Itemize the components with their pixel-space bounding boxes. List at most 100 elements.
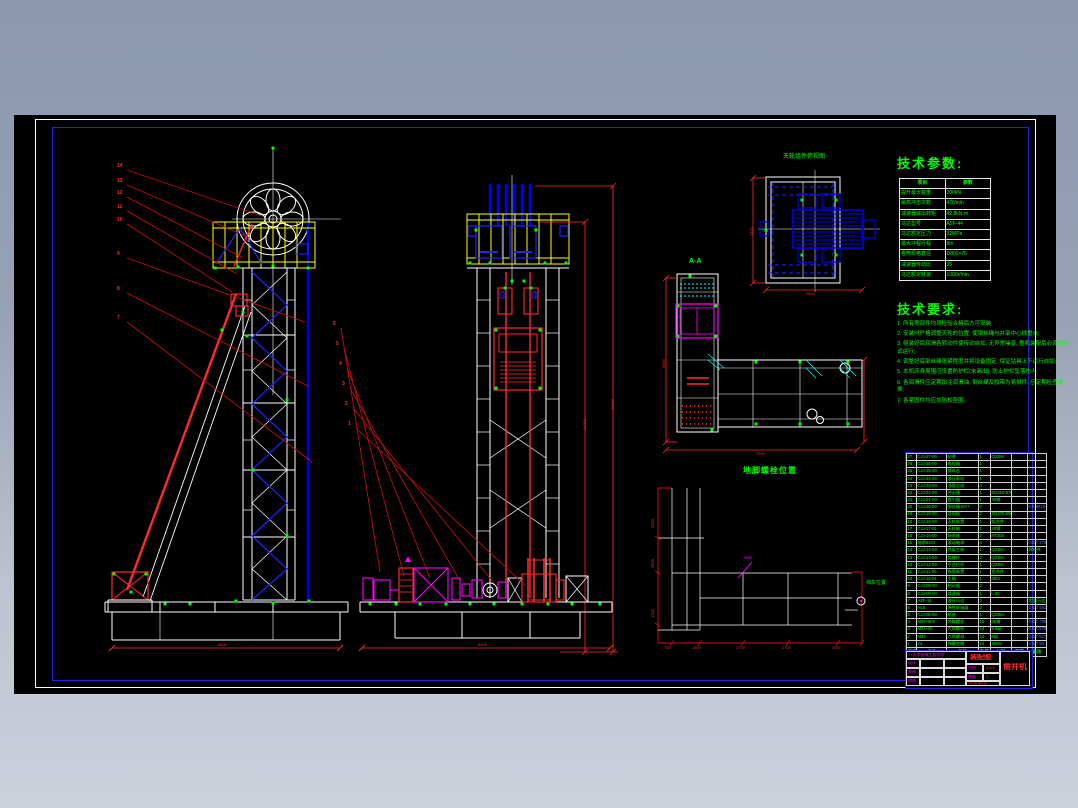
param-row: 马达型号 A2F-44 <box>899 218 991 230</box>
parts-row: 6HL5弹性联轴器2GB/T 5014 <box>906 603 1047 613</box>
dim-machine-base: 5400 <box>478 642 487 647</box>
dim-base-width: 6500 <box>218 642 227 647</box>
dim-section-left: 5600 <box>661 359 666 368</box>
tech-params-rows: 项目 参数 提升最大载重 200kN 最高冲击次数 4次/min 减速器输出转矩 42.8kN… <box>899 177 991 281</box>
parts-table: 27 CJJ-27-00 护罩 1 Q235A 26 CJJ-26-00 电控箱 1 25 CJJ-… <box>906 452 1047 657</box>
parts-row: 9 CJJ-09-00 制动器 2 <box>906 582 1047 591</box>
anchor-dim: 3000 <box>832 645 841 650</box>
balloon-number: 9 <box>117 251 120 257</box>
parts-row: 2M24六角螺母248级GB/T 6170 <box>906 632 1047 641</box>
parts-row: 1 24 弹簧垫圈 24 65Mn GB/T 93 <box>906 639 1047 649</box>
param-row: 减速器传动比 35 <box>899 259 991 271</box>
cad-screenshot: { "window": { "background_top": "#8b98ae… <box>0 0 1078 808</box>
title-block-unit: ××大学机械工程学院 <box>908 653 945 657</box>
scale-label: 比例 <box>968 666 976 670</box>
anchor-dim: 750 <box>664 645 671 650</box>
param-row: 减速器输出转矩 42.8kN·m <box>899 208 991 220</box>
balloon-number: 3 <box>342 381 345 387</box>
requirement-item: 1. 所有零部件均须检验合格后方可安装; <box>897 321 993 327</box>
param-row: 最高冲击次数 4次/min <box>899 198 991 210</box>
tech-req-title: 技术要求: <box>897 302 964 317</box>
requirement-item: 3. 组装好后润滑各转动件使传动自如, 无异常噪音, 整机装配后必须进行试运行; <box>897 341 1069 356</box>
balloon-number: 2 <box>345 401 348 407</box>
parts-row: 21 CJJ-21-00 提引器 1 35钢 <box>906 496 1047 505</box>
qty-label: 数量 <box>968 675 976 679</box>
role-draft: 制图 <box>908 670 916 674</box>
anchor-dim-left: 1500 <box>650 559 655 568</box>
tech-req-list: 1. 所有零部件均须检验合格后方可安装; 2. 安装时严格调整天轮的位置, 使钢丝… <box>897 321 1070 408</box>
parts-row: 18 CJJ-18-00 天轮装置 1 组合件 <box>906 517 1047 526</box>
dim-elev-outer: 28000 <box>610 398 615 410</box>
parts-row: 25 CJJ-25-00 操纵台 1 <box>906 467 1047 476</box>
drawing-type: 装配图 <box>970 654 991 661</box>
parts-row: 27 CJJ-27-00 护罩 1 Q235A <box>906 452 1047 462</box>
balloon-number: 1 <box>348 421 351 427</box>
sheet-border-inner <box>52 127 1029 681</box>
param-row: 项目 参数 <box>899 177 991 190</box>
anchor-dim-left: 2500 <box>650 519 655 528</box>
parts-rows: 27 CJJ-27-00 护罩 1 Q235A 26 CJJ-26-00 电控箱 1 25 CJJ-… <box>906 452 1047 657</box>
requirement-item: 7. 各紧固件均应加防松垫圈。 <box>897 397 970 404</box>
anchor-dim: 2700 <box>736 645 745 650</box>
dim-plan-bottom: 2600 <box>806 291 815 296</box>
balloon-number: 5 <box>336 341 339 347</box>
tech-params-title: 技术参数: <box>897 156 964 171</box>
balloon-number: 11 <box>117 204 123 210</box>
requirement-item: 6. 各润滑件应定期加注润滑油, 钢丝绳及胶带为易损件, 应定期检查更换; <box>897 379 1064 394</box>
parts-row: 20 CJJ-20-00 钢丝绳18×7 2 GB 8918 <box>906 503 1047 512</box>
drawing-title: 凿井机 <box>1003 663 1027 671</box>
balloon-number: 4 <box>339 361 342 367</box>
parts-row: 13 CJJ-13-00 斜撑杆 2 Q235A <box>906 553 1047 562</box>
param-row: 提升最大载重 200kN <box>899 188 991 200</box>
requirement-item: 5. 本机床身周围应设置防护栏(未画出), 防止护栏坠落伤人; <box>897 369 1038 376</box>
qty-value: 1 <box>986 675 989 679</box>
anchor-dim-left: 1200 <box>650 609 655 618</box>
param-row: 卷筒规格直径 D800×75 <box>899 249 991 261</box>
parts-row: 26 CJJ-26-00 电控箱 1 <box>906 460 1047 469</box>
requirement-item: 2. 安装时严格调整天轮的位置, 使钢丝绳与井架中心线重合; <box>897 331 1040 338</box>
parts-row: 15 轴承6324 滚动轴承 4 GB/T 276 <box>906 539 1047 548</box>
balloon-number: 7 <box>117 315 120 321</box>
section-label: A-A <box>689 258 702 265</box>
role-check: 审核 <box>908 679 916 683</box>
dim-section-bottom: 7200 <box>756 451 765 456</box>
parts-row: 14 CJJ-14-00 井架主体 1 Q235A 焊接件 <box>906 546 1047 555</box>
parts-list: 27 CJJ-27-00 护罩 1 Q235A 26 CJJ-26-00 电控箱 1 25 CJJ-… <box>905 452 1047 658</box>
title-block: ××大学机械工程学院 设计 制图 审核 装配图 比例 1:40 数量 1 共1张… <box>905 650 1033 689</box>
anchor-dim: 1600 <box>692 645 701 650</box>
balloon-number: 8 <box>117 286 120 292</box>
parts-row: 8 CJJ-08-00 减速器 1 i=35 <box>906 589 1047 598</box>
parts-row: 11 CJJ-11-00 卷筒装置 1 组合件 <box>906 567 1047 577</box>
balloon-number: 13 <box>117 178 123 184</box>
parts-row: 24 CJJ-24-00 液压泵站 1 <box>906 474 1047 483</box>
anchor-plan-title: 地脚螺栓位置 <box>743 466 797 475</box>
sheet-info: 共1张 第1张 <box>968 682 988 685</box>
balloon-number: 12 <box>117 190 123 196</box>
role-design: 设计 <box>908 661 916 665</box>
parts-row: 5 CJJ-05-00 机座 1 Q235A <box>906 611 1047 620</box>
parts-row: 3M24×80六角螺栓248.8级GB/T 5782 <box>906 625 1047 634</box>
parts-row: 12 CJJ-12-00 平台栏杆 1 Q235A <box>906 560 1047 570</box>
anchor-note: M36 <box>744 555 752 560</box>
balloon-number: 10 <box>117 217 123 223</box>
parts-row: 4 M36×800 地脚螺栓 16 35钢 GB/T 799 <box>906 618 1047 627</box>
requirement-item: 4. 调整好底部丝绳张紧程度并将设备固定, 保证钻具上下运行自如; <box>897 359 1057 366</box>
dim-plan-left: 3400 <box>749 227 754 236</box>
plan-view-label: 天轮组件俯视图 <box>783 154 826 160</box>
param-row: 马达额定转速 1000r/min <box>899 269 991 281</box>
parts-row: 16 CJJ-16-00 轴承座 2 HT200 <box>906 532 1047 541</box>
anchor-dim: 2700 <box>782 645 791 650</box>
parts-row: 19 CJJ-19-00 导向轮 2 ZG270-500 <box>906 510 1047 519</box>
parts-row: 10 CJJ-10-01 主轴 1 40Cr <box>906 575 1047 584</box>
tech-params-table: 项目 参数 提升最大载重 200kN 最高冲击次数 4次/min 减速器输出转矩 42.8kN… <box>899 177 991 281</box>
parts-row: 7 A2F-44 液压马达 2 定量马达 <box>906 596 1047 605</box>
parts-row: 17 CJJ-17-01 天轮轴 1 45钢 <box>906 524 1047 534</box>
balloon-number: 6 <box>333 321 336 327</box>
scale-value: 1:40 <box>986 666 994 670</box>
param-row: 马达额定压力 32MPa <box>899 228 991 241</box>
dim-elev-inner: 21000 <box>582 418 587 430</box>
parts-row: 22 CJJ-22-00 冲击锤 1 ZG310-570 <box>906 488 1047 498</box>
parts-row: 23 CJJ-23-00 油管总成 4 <box>906 481 1047 490</box>
balloon-number: 14 <box>117 163 123 169</box>
param-row: 最大冲程行程 8m <box>899 239 991 251</box>
